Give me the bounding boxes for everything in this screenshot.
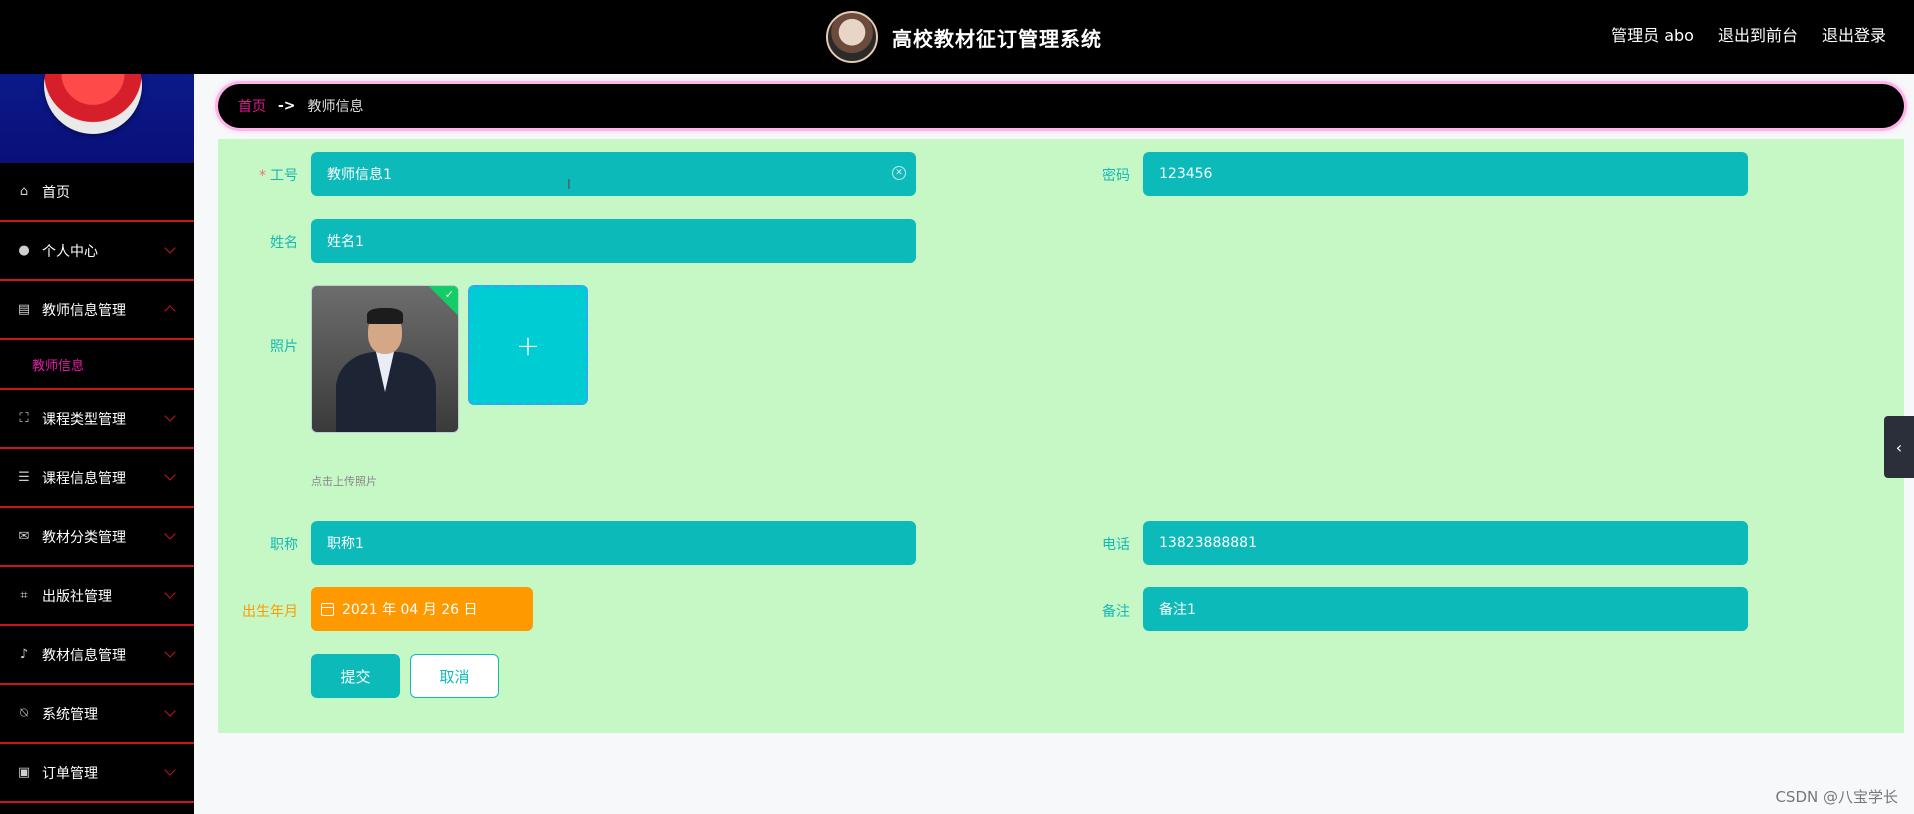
brand-avatar: [826, 11, 878, 63]
beizhu-input[interactable]: [1159, 601, 1748, 617]
gonghao-input[interactable]: [327, 166, 916, 182]
xingming-label: 姓名: [270, 235, 298, 251]
sidebar-item-personal-center[interactable]: ● 个人中心: [0, 222, 194, 281]
sidebar-item-label: 首页: [42, 184, 70, 201]
breadcrumb: 首页 -> 教师信息: [218, 84, 1904, 128]
check-icon: ✓: [444, 288, 454, 301]
zhicheng-field[interactable]: [311, 521, 916, 565]
admin-user-link[interactable]: 管理员 abo: [1611, 22, 1694, 46]
chevron-down-icon: [164, 764, 176, 776]
sidebar: ⌂ 首页 ● 个人中心 ▤ 教师信息管理 教师信息 ⛶ 课程类型管理 ☰ 课程信…: [0, 74, 194, 814]
sidebar-item-home[interactable]: ⌂ 首页: [0, 163, 194, 222]
sidebar-item-label: 课程信息管理: [42, 470, 126, 487]
sidebar-item-course-type[interactable]: ⛶ 课程类型管理: [0, 390, 194, 449]
sidebar-item-publisher[interactable]: ⌗ 出版社管理: [0, 567, 194, 626]
chevron-down-icon: [164, 705, 176, 717]
top-header: 高校教材征订管理系统 管理员 abo 退出到前台 退出登录: [0, 0, 1914, 74]
required-mark: *: [259, 168, 266, 184]
cancel-button[interactable]: 取消: [410, 654, 499, 698]
sidebar-item-label: 教材分类管理: [42, 529, 126, 546]
xingming-input[interactable]: [327, 233, 916, 249]
submit-button[interactable]: 提交: [311, 654, 400, 698]
crop-icon: ⌗: [20, 588, 28, 603]
teacher-form: *工号 I ✕ 密码 姓名 照片 ✓ + 点击上传照片 职称 电话 出生年月 2…: [218, 139, 1904, 733]
mail-icon: ✉: [18, 529, 30, 544]
chevron-down-icon: [164, 242, 176, 254]
dianhua-input[interactable]: [1159, 535, 1748, 551]
gonghao-label: * 工号: [259, 168, 298, 184]
sidebar-item-textbook-category[interactable]: ✉ 教材分类管理: [0, 508, 194, 567]
beizhu-field[interactable]: [1143, 587, 1748, 631]
gonghao-field[interactable]: I ✕: [311, 152, 916, 196]
zhicheng-input[interactable]: [327, 535, 916, 551]
mima-field[interactable]: [1143, 152, 1748, 196]
microphone-icon: ♪: [19, 647, 29, 662]
sidebar-item-label: 教师信息管理: [42, 302, 126, 319]
sidebar-item-label: 出版社管理: [42, 588, 112, 605]
chevron-left-icon: ‹: [1895, 437, 1903, 457]
mima-input[interactable]: [1159, 166, 1748, 182]
back-to-frontend-link[interactable]: 退出到前台: [1718, 22, 1798, 46]
sidebar-item-label: 个人中心: [42, 243, 98, 260]
breadcrumb-home-link[interactable]: 首页: [238, 96, 266, 116]
sidebar-item-course-info[interactable]: ☰ 课程信息管理: [0, 449, 194, 508]
sidebar-item-label: 系统管理: [42, 706, 98, 723]
bell-off-icon: ⍉: [20, 706, 28, 721]
watermark: CSDN @八宝学长: [1775, 788, 1898, 806]
sidebar-banner: [0, 74, 194, 163]
chevron-down-icon: [164, 528, 176, 540]
clipboard-icon: ▤: [17, 302, 31, 317]
fullscreen-icon: ⛶: [19, 411, 29, 426]
side-panel-toggle[interactable]: ‹: [1884, 416, 1914, 478]
sidebar-avatar: [44, 74, 142, 134]
top-links: 管理员 abo 退出到前台 退出登录: [1611, 22, 1886, 46]
mima-label: 密码: [1102, 168, 1130, 184]
app-title: 高校教材征订管理系统: [892, 26, 1102, 51]
dianhua-label: 电话: [1102, 537, 1130, 553]
xingming-field[interactable]: [311, 219, 916, 263]
sidebar-item-system[interactable]: ⍉ 系统管理: [0, 685, 194, 744]
clipboard-check-icon: ▣: [17, 765, 31, 780]
upload-tip: 点击上传照片: [311, 475, 377, 488]
sidebar-subitem-teacher-info[interactable]: 教师信息: [0, 340, 194, 390]
upload-photo-button[interactable]: +: [468, 285, 588, 405]
breadcrumb-current: 教师信息: [307, 99, 364, 115]
clear-icon[interactable]: ✕: [892, 166, 906, 180]
breadcrumb-separator: ->: [278, 98, 296, 114]
birth-date-value: 2021 年 04 月 26 日: [342, 602, 478, 618]
sliders-icon: ☰: [18, 470, 30, 485]
chevron-down-icon: [164, 469, 176, 481]
plus-icon: +: [516, 328, 540, 362]
zhaopian-label: 照片: [270, 339, 298, 355]
chevron-down-icon: [164, 587, 176, 599]
sidebar-item-teacher-management[interactable]: ▤ 教师信息管理: [0, 281, 194, 340]
uploaded-photo[interactable]: ✓: [311, 285, 459, 433]
chevron-down-icon: [164, 646, 176, 658]
brand: 高校教材征订管理系统: [826, 8, 1102, 66]
sidebar-item-label: 课程类型管理: [42, 411, 126, 428]
dianhua-field[interactable]: [1143, 521, 1748, 565]
text-cursor-icon: I: [567, 178, 571, 193]
chevron-down-icon: [164, 410, 176, 422]
beizhu-label: 备注: [1102, 604, 1130, 620]
calendar-icon: [321, 602, 334, 616]
user-icon: ●: [18, 243, 30, 258]
sidebar-item-textbook-info[interactable]: ♪ 教材信息管理: [0, 626, 194, 685]
sidebar-item-orders[interactable]: ▣ 订单管理: [0, 744, 194, 803]
zhicheng-label: 职称: [270, 537, 298, 553]
home-icon: ⌂: [19, 184, 29, 199]
chevron-up-icon: [164, 305, 176, 317]
sidebar-item-label: 订单管理: [42, 765, 98, 782]
logout-link[interactable]: 退出登录: [1822, 22, 1886, 46]
birth-label: 出生年月: [242, 604, 298, 620]
sidebar-item-label: 教材信息管理: [42, 647, 126, 664]
birth-date-picker[interactable]: 2021 年 04 月 26 日: [311, 587, 533, 631]
